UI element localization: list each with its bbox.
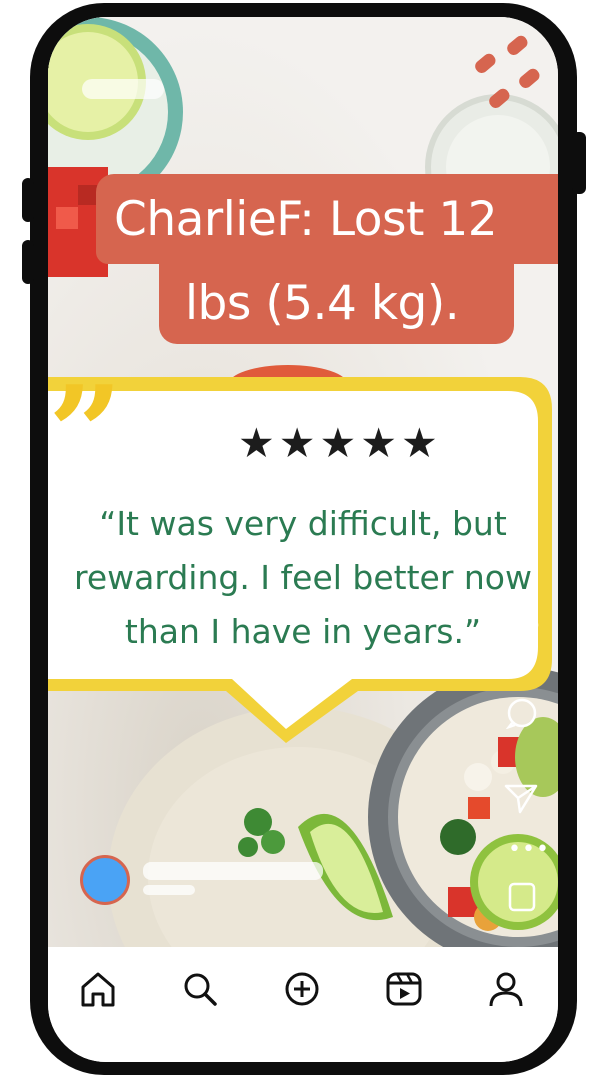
share-icon[interactable] <box>504 782 538 814</box>
caption-placeholder <box>143 885 195 895</box>
volume-button-down <box>22 240 34 284</box>
avatar[interactable] <box>80 855 130 905</box>
home-icon[interactable] <box>78 969 118 1009</box>
quote-mark-icon: ” <box>48 357 123 510</box>
reels-icon[interactable] <box>384 969 424 1009</box>
headline-line-1: CharlieF: Lost 12 <box>96 174 558 264</box>
rating-stars: ★★★★★ <box>238 419 442 467</box>
search-icon[interactable] <box>180 969 220 1009</box>
create-icon[interactable] <box>282 969 322 1009</box>
testimonial-bubble: ” ★★★★★ “It was very difficult, but rewa… <box>48 369 558 769</box>
heart-icon[interactable] <box>503 615 539 649</box>
phone-screen: CharlieF: Lost 12 lbs (5.4 kg). ” ★★★★★ … <box>48 17 558 1062</box>
volume-button-up <box>22 178 34 222</box>
profile-icon[interactable] <box>486 969 526 1009</box>
power-button <box>572 132 586 194</box>
headline-line-2: lbs (5.4 kg). <box>159 262 514 344</box>
bottom-navigation <box>48 947 558 1062</box>
username-placeholder <box>143 862 323 880</box>
testimonial-text: “It was very difficult, but rewarding. I… <box>74 504 532 651</box>
save-icon[interactable] <box>508 882 536 912</box>
more-icon[interactable]: ••• <box>508 837 550 862</box>
comment-icon[interactable] <box>506 697 538 729</box>
username-placeholder-top <box>82 79 164 99</box>
